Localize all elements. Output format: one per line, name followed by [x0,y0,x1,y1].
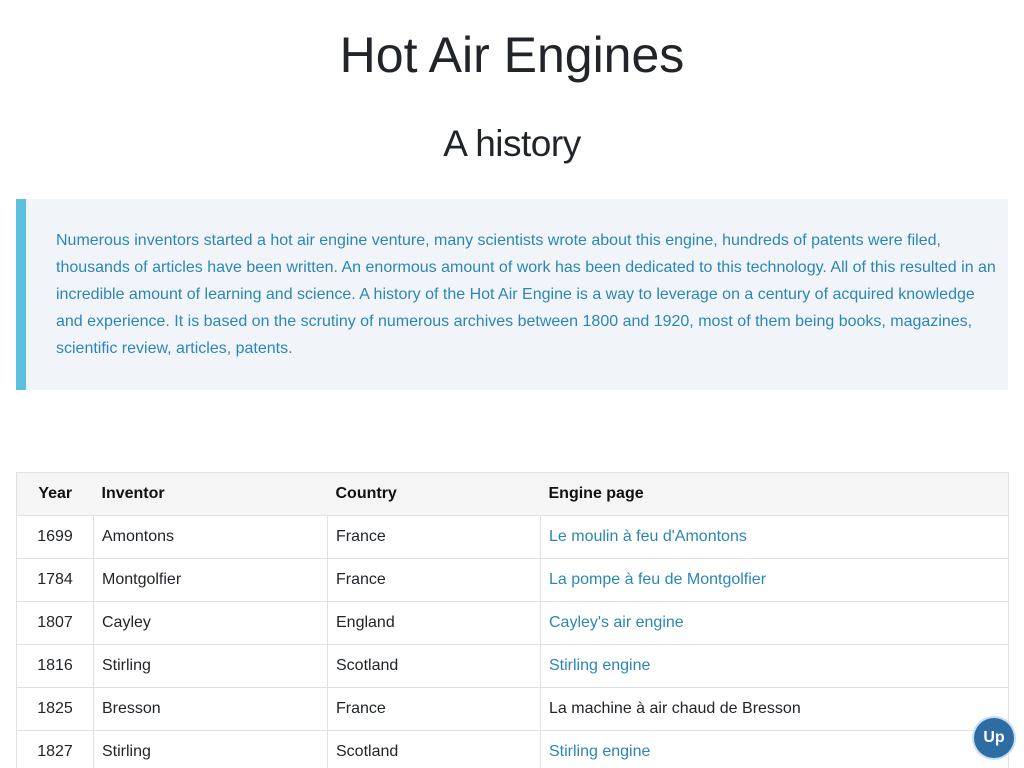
cell-inventor: Stirling [93,730,328,768]
cell-engine: La pompe à feu de Montgolfier [540,558,1009,602]
intro-callout: Numerous inventors started a hot air eng… [16,199,1008,390]
header-engine-page[interactable]: Engine page [540,472,1009,516]
intro-text: Numerous inventors started a hot air eng… [56,232,996,357]
table-row: 1699 Amontons France Le moulin à feu d'A… [16,515,1009,559]
table-row: 1807 Cayley England Cayley's air engine [16,601,1009,645]
engine-link[interactable]: Stirling engine [549,657,650,674]
cell-engine: Le moulin à feu d'Amontons [540,515,1009,559]
cell-country: France [327,687,541,731]
inventors-table: Year Inventor Country Engine page 1699 A… [16,472,1009,768]
cell-country: Scotland [327,644,541,688]
cell-engine: Cayley's air engine [540,601,1009,645]
cell-year: 1784 [16,558,94,602]
cell-country: England [327,601,541,645]
cell-country: France [327,515,541,559]
scroll-up-button[interactable]: Up [974,718,1014,758]
cell-year: 1816 [16,644,94,688]
engine-link[interactable]: La pompe à feu de Montgolfier [549,571,766,588]
cell-inventor: Montgolfier [93,558,328,602]
engine-link[interactable]: Stirling engine [549,743,650,760]
page-title: Hot Air Engines [339,27,685,83]
cell-engine-text: La machine à air chaud de Bresson [540,687,1009,731]
page: Hot Air Engines A history Numerous inven… [0,0,1024,768]
header-inventor[interactable]: Inventor [93,472,328,516]
table-row: 1784 Montgolfier France La pompe à feu d… [16,558,1009,602]
cell-year: 1699 [16,515,94,559]
header-year[interactable]: Year [16,472,94,516]
cell-inventor: Amontons [93,515,328,559]
table-row: 1816 Stirling Scotland Stirling engine [16,644,1009,688]
page-subtitle: A history [443,123,581,164]
engine-link[interactable]: Le moulin à feu d'Amontons [549,528,747,545]
cell-engine: Stirling engine [540,730,1009,768]
inventors-table-wrapper: Year Inventor Country Engine page 1699 A… [16,472,1009,768]
table-row: 1827 Stirling Scotland Stirling engine [16,730,1009,768]
table-row: 1825 Bresson France La machine à air cha… [16,687,1009,731]
cell-year: 1825 [16,687,94,731]
cell-year: 1807 [16,601,94,645]
cell-inventor: Stirling [93,644,328,688]
callout-accent-bar [16,199,26,390]
cell-inventor: Bresson [93,687,328,731]
header-country[interactable]: Country [327,472,541,516]
cell-inventor: Cayley [93,601,328,645]
cell-country: Scotland [327,730,541,768]
table-header-row: Year Inventor Country Engine page [16,472,1009,516]
engine-link[interactable]: Cayley's air engine [549,614,684,631]
cell-engine: Stirling engine [540,644,1009,688]
cell-year: 1827 [16,730,94,768]
cell-country: France [327,558,541,602]
